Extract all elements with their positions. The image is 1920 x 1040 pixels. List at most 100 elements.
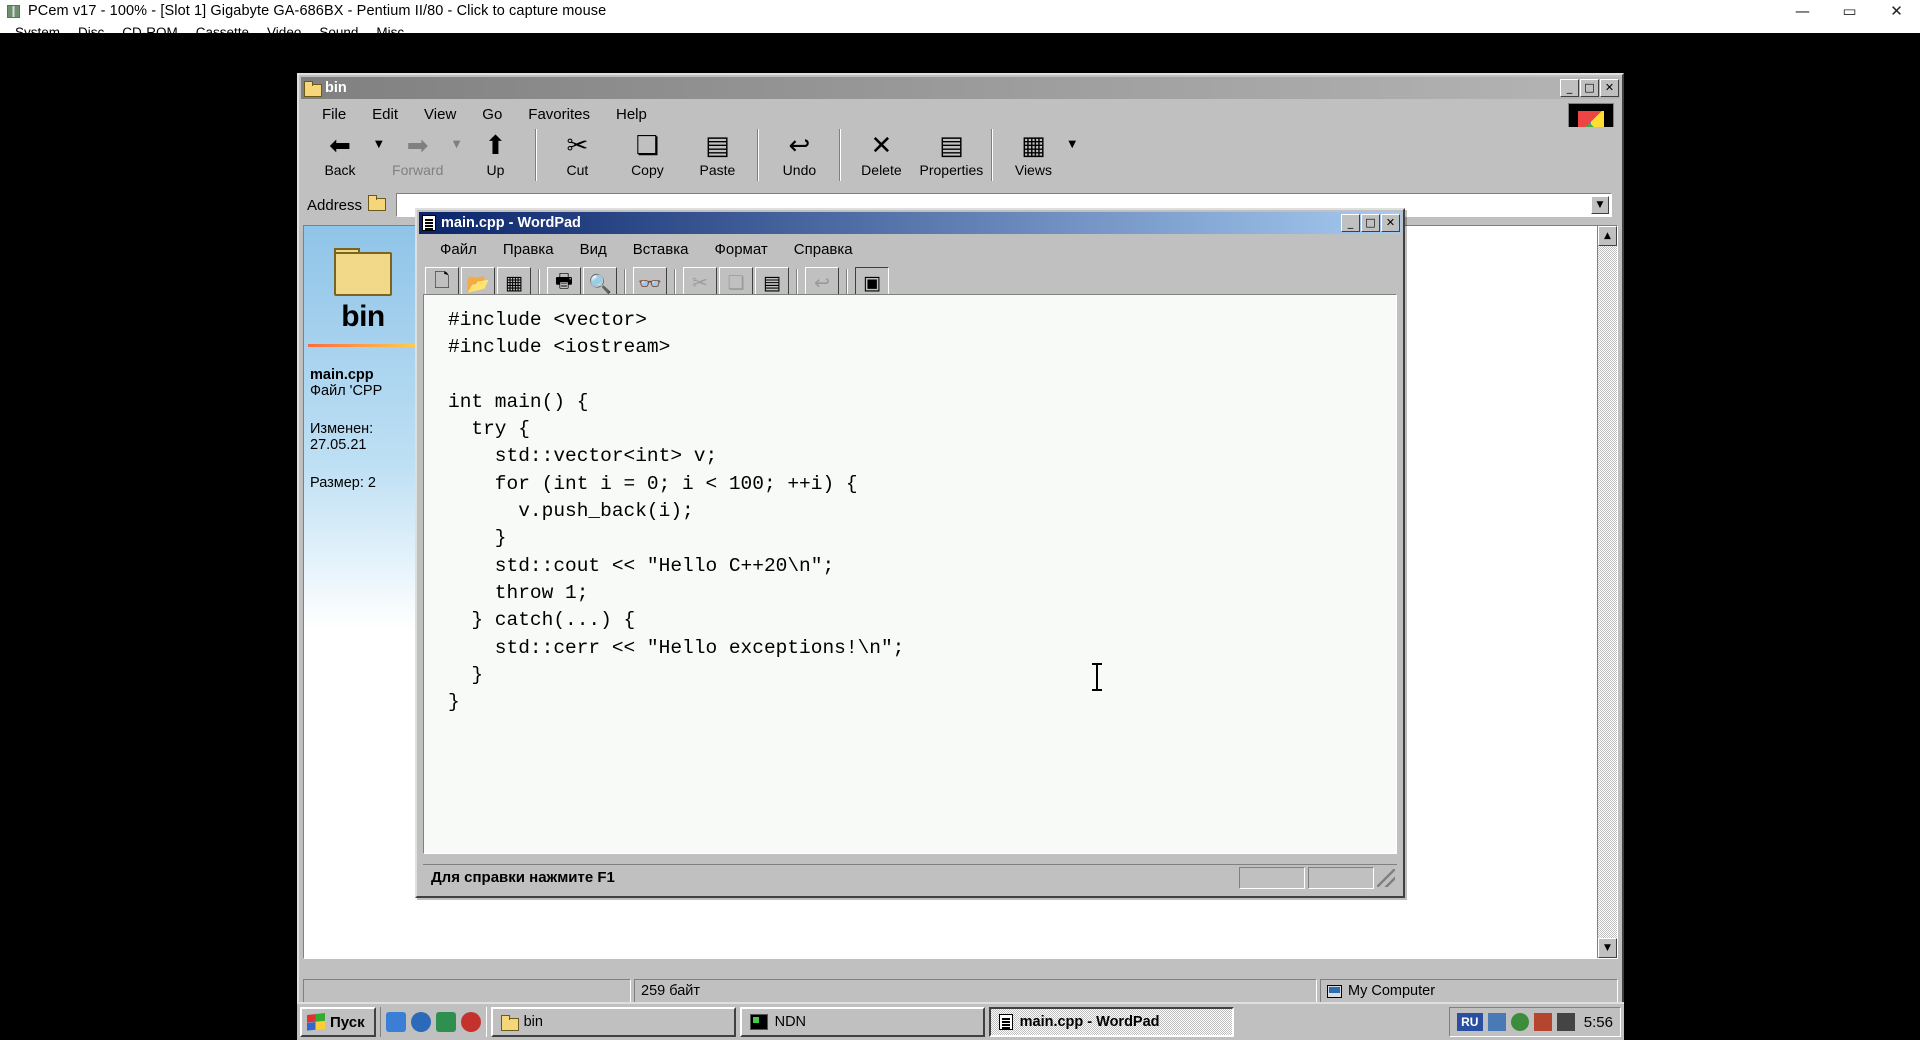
toolbar-up-button[interactable]: ⬆ Up (460, 127, 530, 185)
wordpad-close-button[interactable]: ✕ (1381, 214, 1400, 232)
explorer-menu-view[interactable]: View (411, 104, 469, 125)
document-icon (422, 215, 436, 231)
outlook-express-icon[interactable] (435, 1012, 456, 1032)
wordpad-menu-insert[interactable]: Вставка (620, 239, 702, 260)
explorer-menu-favorites[interactable]: Favorites (515, 104, 603, 125)
properties-icon: ▤ (939, 131, 964, 161)
resize-grip-icon[interactable] (1377, 868, 1395, 887)
status-computer: My Computer (1320, 979, 1618, 1003)
document-icon (998, 1014, 1013, 1030)
toolbar-up-label: Up (486, 162, 505, 178)
host-minimize-button[interactable]: — (1779, 0, 1826, 22)
wordpad-menubar[interactable]: Файл Правка Вид Вставка Формат Справка (417, 236, 1403, 262)
toolbar-separator (846, 269, 848, 297)
keyboard-icon[interactable] (1487, 1013, 1506, 1031)
taskbar-button-bin[interactable]: bin (490, 1007, 736, 1037)
wordpad-titlebar[interactable]: main.cpp - WordPad _ □ ✕ (419, 212, 1401, 234)
wordpad-menu-view[interactable]: Вид (567, 239, 620, 260)
wordpad-document-area[interactable]: #include <vector> #include <iostream> in… (423, 294, 1397, 854)
wordpad-title-text: main.cpp - WordPad (441, 215, 581, 231)
large-folder-icon (332, 248, 394, 298)
up-folder-icon: ⬆ (484, 131, 507, 161)
toolbar-separator (991, 129, 994, 181)
internet-explorer-icon[interactable] (410, 1012, 431, 1032)
scroll-up-button[interactable]: ▲ (1598, 226, 1617, 246)
toolbar-views-button[interactable]: ▦ Views (998, 127, 1068, 185)
wordpad-maximize-button[interactable]: □ (1361, 214, 1380, 232)
forward-dropdown-icon[interactable]: ▼ (453, 139, 461, 150)
volume-icon[interactable] (1510, 1013, 1529, 1031)
start-button-label: Пуск (330, 1013, 365, 1031)
text-cursor (1092, 663, 1102, 691)
wordpad-window[interactable]: main.cpp - WordPad _ □ ✕ Файл Правка Вид… (415, 208, 1405, 898)
emulated-screen[interactable]: bin _ □ ✕ File Edit View Go Favorites He… (0, 33, 1920, 1040)
toolbar-paste-button[interactable]: ▤ Paste (682, 127, 752, 185)
wordpad-window-controls[interactable]: _ □ ✕ (1341, 214, 1401, 232)
taskbar-button-wordpad[interactable]: main.cpp - WordPad (988, 1007, 1234, 1037)
display-icon[interactable] (1556, 1013, 1575, 1031)
wordpad-menu-file[interactable]: Файл (427, 239, 490, 260)
explorer-toolbar[interactable]: ⬅ Back ▼ ➡ Forward ▼ ⬆ Up ✂ Cut ❏ Copy ▤… (299, 127, 1622, 189)
scrollbar-track[interactable] (1598, 246, 1617, 938)
language-indicator[interactable]: RU (1456, 1013, 1483, 1031)
wordpad-menu-edit[interactable]: Правка (490, 239, 567, 260)
host-maximize-button[interactable]: ▭ (1826, 0, 1873, 22)
explorer-menu-help[interactable]: Help (603, 104, 660, 125)
taskbar[interactable]: Пуск bin NDN main.cpp - WordPad RU 5:56 (297, 1002, 1624, 1040)
taskbar-button-ndn[interactable]: NDN (739, 1007, 985, 1037)
explorer-menu-edit[interactable]: Edit (359, 104, 411, 125)
toolbar-properties-label: Properties (919, 162, 984, 178)
explorer-minimize-button[interactable]: _ (1560, 79, 1579, 97)
address-label: Address (307, 196, 363, 214)
explorer-scrollbar[interactable]: ▲ ▼ (1597, 226, 1617, 958)
toolbar-delete-button[interactable]: ✕ Delete (846, 127, 916, 185)
views-icon: ▦ (1021, 131, 1046, 161)
scissors-icon: ✂ (566, 131, 589, 161)
toolbar-undo-button[interactable]: ↩ Undo (764, 127, 834, 185)
toolbar-separator (674, 269, 676, 297)
explorer-maximize-button[interactable]: □ (1580, 79, 1599, 97)
toolbar-cut-button[interactable]: ✂ Cut (542, 127, 612, 185)
explorer-close-button[interactable]: ✕ (1600, 79, 1619, 97)
toolbar-forward-button[interactable]: ➡ Forward (383, 127, 453, 185)
toolbar-delete-label: Delete (861, 162, 902, 178)
wordpad-minimize-button[interactable]: _ (1341, 214, 1360, 232)
network-icon[interactable] (1533, 1013, 1552, 1031)
explorer-window-controls[interactable]: _ □ ✕ (1560, 79, 1620, 97)
paste-icon: ▤ (705, 131, 730, 161)
show-desktop-icon[interactable] (385, 1012, 406, 1032)
wordpad-menu-format[interactable]: Формат (701, 239, 780, 260)
quick-launch-bar[interactable] (379, 1007, 487, 1037)
opera-icon[interactable] (460, 1012, 481, 1032)
tray-clock[interactable]: 5:56 (1584, 1014, 1613, 1031)
chevron-down-icon[interactable]: ▼ (1591, 196, 1609, 214)
sidebar-selected-file: main.cpp (310, 367, 374, 383)
status-size: 259 байт (634, 979, 1317, 1003)
explorer-menu-go[interactable]: Go (469, 104, 515, 125)
scroll-down-button[interactable]: ▼ (1598, 938, 1617, 958)
toolbar-separator (796, 269, 798, 297)
sidebar-size-label: Размер: 2 (310, 475, 376, 491)
sidebar-modified-label: Изменен: (310, 421, 374, 437)
host-close-button[interactable]: ✕ (1873, 0, 1920, 22)
code-text[interactable]: #include <vector> #include <iostream> in… (448, 307, 1388, 716)
taskbar-button-label: bin (523, 1014, 543, 1030)
toolbar-copy-button[interactable]: ❏ Copy (612, 127, 682, 185)
explorer-titlebar[interactable]: bin _ □ ✕ (301, 77, 1620, 99)
undo-icon: ↩ (788, 131, 811, 161)
host-window-controls[interactable]: — ▭ ✕ (1779, 0, 1920, 22)
system-tray[interactable]: RU 5:56 (1448, 1007, 1621, 1037)
sidebar-file-info: main.cpp Файл 'CPP Изменен: 27.05.21 Раз… (304, 347, 422, 491)
toolbar-separator (538, 269, 540, 297)
explorer-menu-file[interactable]: File (309, 104, 359, 125)
views-dropdown-icon[interactable]: ▼ (1068, 139, 1076, 150)
explorer-menubar[interactable]: File Edit View Go Favorites Help (299, 101, 1622, 143)
toolbar-properties-button[interactable]: ▤ Properties (916, 127, 986, 185)
windows-logo-icon (307, 1013, 325, 1031)
wordpad-menu-help[interactable]: Справка (781, 239, 866, 260)
back-dropdown-icon[interactable]: ▼ (375, 139, 383, 150)
folder-icon (500, 1015, 519, 1031)
start-button[interactable]: Пуск (300, 1007, 376, 1037)
toolbar-back-button[interactable]: ⬅ Back (305, 127, 375, 185)
taskbar-button-label: NDN (774, 1014, 807, 1030)
